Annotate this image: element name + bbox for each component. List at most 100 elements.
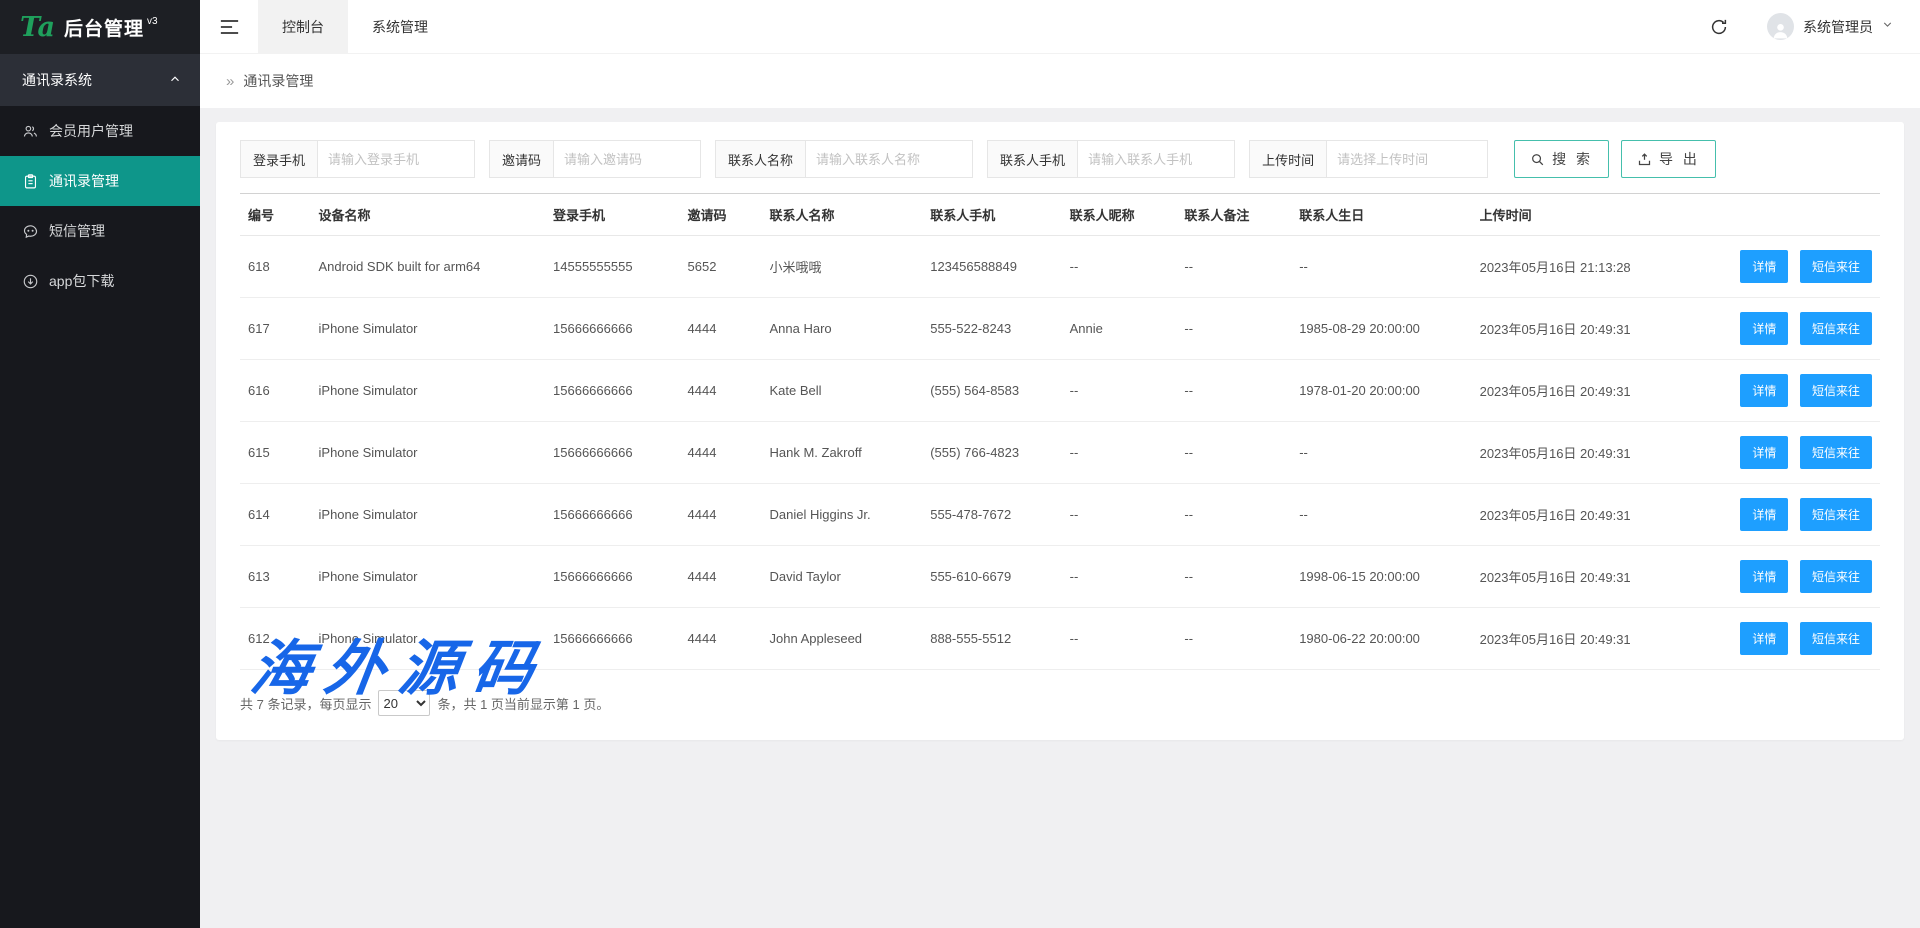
sms-icon: [22, 223, 39, 240]
sidebar-group-contacts-system[interactable]: 通讯录系统: [0, 54, 200, 106]
cell-contact-nickname: --: [1062, 608, 1177, 670]
cell-upload-time: 2023年05月16日 21:13:28: [1472, 236, 1682, 298]
filter-input[interactable]: [1077, 140, 1235, 178]
sms-history-button[interactable]: 短信来往: [1800, 312, 1872, 345]
users-icon: [22, 123, 39, 140]
detail-button[interactable]: 详情: [1740, 250, 1788, 283]
filter-group: 邀请码: [489, 140, 701, 178]
detail-button[interactable]: 详情: [1740, 622, 1788, 655]
column-header: 登录手机: [545, 194, 679, 236]
cell-login-phone: 14555555555: [545, 236, 679, 298]
detail-button[interactable]: 详情: [1740, 374, 1788, 407]
sidebar-item-address-book[interactable]: 通讯录管理: [0, 156, 200, 206]
column-header: 联系人名称: [762, 194, 923, 236]
table-row: 612 iPhone Simulator 15666666666 4444 Jo…: [240, 608, 1880, 670]
cell-contact-phone: 123456588849: [922, 236, 1061, 298]
detail-button[interactable]: 详情: [1740, 436, 1788, 469]
topbar-right: 系统管理员: [1699, 0, 1920, 54]
table-row: 613 iPhone Simulator 15666666666 4444 Da…: [240, 546, 1880, 608]
sms-history-button[interactable]: 短信来往: [1800, 374, 1872, 407]
cell-invite-code: 4444: [680, 484, 762, 546]
tab-console[interactable]: 控制台: [258, 0, 348, 54]
sms-history-button[interactable]: 短信来往: [1800, 622, 1872, 655]
address-book-table: 编号设备名称登录手机邀请码联系人名称联系人手机联系人昵称联系人备注联系人生日上传…: [240, 193, 1880, 670]
cell-actions: 详情 短信来往: [1682, 236, 1881, 298]
detail-button[interactable]: 详情: [1740, 560, 1788, 593]
current-user-name[interactable]: 系统管理员: [1803, 17, 1873, 37]
column-header: [1682, 194, 1881, 236]
cell-device-name: iPhone Simulator: [311, 546, 546, 608]
cell-contact-note: --: [1176, 608, 1291, 670]
cell-contact-birthday: --: [1291, 422, 1471, 484]
cell-contact-nickname: --: [1062, 484, 1177, 546]
page-size-select[interactable]: 20: [378, 690, 430, 716]
chevron-up-icon: [168, 72, 182, 89]
sidebar-item-label: app包下载: [49, 271, 114, 291]
cell-upload-time: 2023年05月16日 20:49:31: [1472, 608, 1682, 670]
cell-id: 618: [240, 236, 311, 298]
cell-contact-phone: 555-522-8243: [922, 298, 1061, 360]
cell-login-phone: 15666666666: [545, 546, 679, 608]
avatar[interactable]: [1767, 13, 1794, 40]
chevron-down-icon[interactable]: [1881, 18, 1894, 36]
sidebar-item-label: 会员用户管理: [49, 121, 133, 141]
cell-contact-birthday: --: [1291, 236, 1471, 298]
table-row: 616 iPhone Simulator 15666666666 4444 Ka…: [240, 360, 1880, 422]
cell-id: 613: [240, 546, 311, 608]
cell-contact-nickname: --: [1062, 236, 1177, 298]
cell-login-phone: 15666666666: [545, 484, 679, 546]
filter-group: 联系人手机: [987, 140, 1235, 178]
sms-history-button[interactable]: 短信来往: [1800, 250, 1872, 283]
cell-invite-code: 4444: [680, 422, 762, 484]
column-header: 联系人生日: [1291, 194, 1471, 236]
breadcrumb-current: 通讯录管理: [243, 71, 313, 91]
sidebar-item-app-download[interactable]: app包下载: [0, 256, 200, 306]
breadcrumb: » 通讯录管理: [200, 54, 1920, 108]
cell-login-phone: 15666666666: [545, 360, 679, 422]
filter-input[interactable]: [805, 140, 973, 178]
cell-actions: 详情 短信来往: [1682, 422, 1881, 484]
app-title: 后台管理: [64, 14, 144, 41]
logo-icon: Ta: [20, 12, 55, 43]
filter-input[interactable]: [317, 140, 475, 178]
cell-contact-name: Hank M. Zakroff: [762, 422, 923, 484]
cell-contact-note: --: [1176, 298, 1291, 360]
cell-contact-phone: (555) 564-8583: [922, 360, 1061, 422]
cell-device-name: iPhone Simulator: [311, 484, 546, 546]
cell-device-name: iPhone Simulator: [311, 360, 546, 422]
filter-group: 上传时间: [1249, 140, 1488, 178]
sidebar-item-sms[interactable]: 短信管理: [0, 206, 200, 256]
app-logo: Ta 后台管理 v3: [0, 0, 200, 54]
cell-login-phone: 15666666666: [545, 298, 679, 360]
cell-contact-birthday: 1978-01-20 20:00:00: [1291, 360, 1471, 422]
cell-invite-code: 4444: [680, 360, 762, 422]
sms-history-button[interactable]: 短信来往: [1800, 436, 1872, 469]
filter-input[interactable]: [553, 140, 701, 178]
cell-invite-code: 4444: [680, 608, 762, 670]
sidebar-collapse-icon[interactable]: [200, 0, 258, 54]
filter-group: 登录手机: [240, 140, 475, 178]
search-button[interactable]: 搜 索: [1514, 140, 1609, 178]
sms-history-button[interactable]: 短信来往: [1800, 560, 1872, 593]
sms-history-button[interactable]: 短信来往: [1800, 498, 1872, 531]
refresh-icon[interactable]: [1699, 0, 1739, 54]
table-body: 618 Android SDK built for arm64 14555555…: [240, 236, 1880, 670]
cell-contact-name: John Appleseed: [762, 608, 923, 670]
cell-contact-note: --: [1176, 546, 1291, 608]
app-version: v3: [147, 16, 158, 27]
tab-system-management[interactable]: 系统管理: [348, 0, 452, 54]
filter-label: 邀请码: [489, 140, 553, 178]
address-book-card: 登录手机 邀请码 联系人名称 联系人手机 上传时间 搜 索: [216, 122, 1904, 740]
cell-contact-name: Anna Haro: [762, 298, 923, 360]
cell-actions: 详情 短信来往: [1682, 608, 1881, 670]
export-button[interactable]: 导 出: [1621, 140, 1716, 178]
detail-button[interactable]: 详情: [1740, 312, 1788, 345]
cell-device-name: iPhone Simulator: [311, 298, 546, 360]
sidebar-item-member-users[interactable]: 会员用户管理: [0, 106, 200, 156]
detail-button[interactable]: 详情: [1740, 498, 1788, 531]
table-row: 615 iPhone Simulator 15666666666 4444 Ha…: [240, 422, 1880, 484]
filter-input[interactable]: [1326, 140, 1488, 178]
cell-contact-name: Kate Bell: [762, 360, 923, 422]
filter-label: 联系人名称: [715, 140, 805, 178]
sidebar-group-label: 通讯录系统: [22, 70, 92, 90]
